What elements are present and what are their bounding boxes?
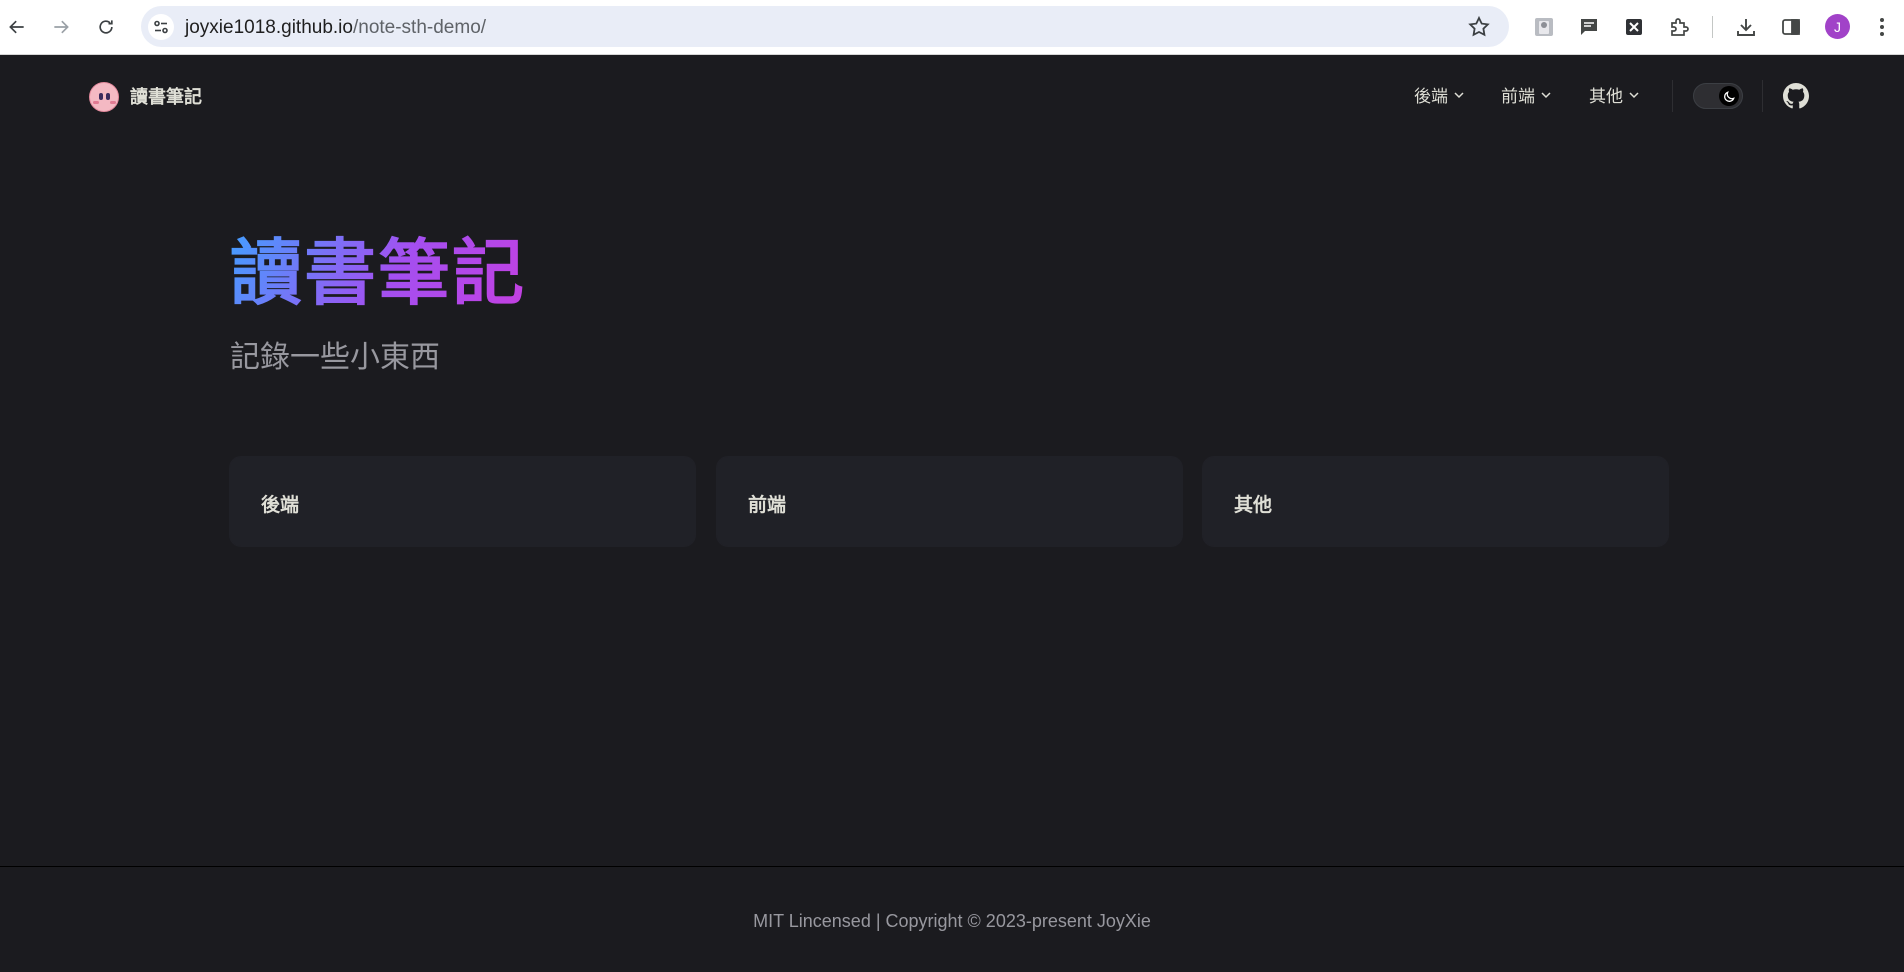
chevron-down-icon <box>1454 91 1464 98</box>
feature-card-frontend[interactable]: 前端 <box>716 456 1183 547</box>
moon-icon <box>1719 86 1739 106</box>
footer: MIT Lincensed | Copyright © 2023-present… <box>0 866 1904 972</box>
x-extension-icon[interactable] <box>1621 14 1647 40</box>
reload-icon[interactable] <box>90 11 122 43</box>
download-icon[interactable] <box>1733 14 1759 40</box>
url-text: joyxie1018.github.io/note-sth-demo/ <box>185 17 486 39</box>
appearance-toggle[interactable] <box>1693 83 1743 109</box>
forward-arrow-icon[interactable] <box>45 11 77 43</box>
url-path: /note-sth-demo/ <box>352 17 487 38</box>
nav-menu-label: 後端 <box>1414 87 1448 106</box>
chevron-down-icon <box>1629 91 1639 98</box>
hero-tagline: 記錄一些小東西 <box>230 341 440 374</box>
side-panel-icon[interactable] <box>1778 14 1804 40</box>
bookmark-star-icon[interactable] <box>1467 15 1491 39</box>
nav-menu-frontend[interactable]: 前端 <box>1501 82 1552 107</box>
feature-title: 其他 <box>1234 495 1273 516</box>
address-bar[interactable]: joyxie1018.github.io/note-sth-demo/ <box>141 6 1509 47</box>
site-title-link[interactable]: 讀書筆記 <box>130 83 202 109</box>
feature-card-other[interactable]: 其他 <box>1202 456 1669 547</box>
nav-menu-label: 其他 <box>1589 87 1623 106</box>
browser-toolbar: joyxie1018.github.io/note-sth-demo/ J <box>0 0 1904 55</box>
puzzle-extensions-icon[interactable] <box>1666 14 1692 40</box>
nav-divider <box>1672 80 1673 112</box>
footer-copyright: MIT Lincensed | Copyright © 2023-present… <box>753 911 1151 931</box>
back-arrow-icon[interactable] <box>1 11 33 43</box>
url-host: joyxie1018.github.io <box>185 17 353 38</box>
site-settings-icon[interactable] <box>148 14 174 40</box>
site-navbar: 讀書筆記 後端 前端 其他 <box>0 56 1904 136</box>
nav-menu-label: 前端 <box>1501 87 1535 106</box>
kirby-logo-icon[interactable] <box>89 82 119 112</box>
feature-title: 後端 <box>261 495 300 516</box>
profile-avatar[interactable]: J <box>1825 14 1850 39</box>
hero-title: 讀書筆記 <box>230 226 526 322</box>
extension-image-icon[interactable] <box>1531 14 1557 40</box>
github-icon[interactable] <box>1783 83 1809 109</box>
nav-menu-backend[interactable]: 後端 <box>1414 82 1465 107</box>
more-menu-icon[interactable] <box>1872 14 1892 40</box>
feature-title: 前端 <box>748 495 787 516</box>
chat-icon[interactable] <box>1576 14 1602 40</box>
chevron-down-icon <box>1541 91 1551 98</box>
nav-menu-other[interactable]: 其他 <box>1589 82 1640 107</box>
toolbar-separator <box>1712 16 1713 38</box>
feature-card-backend[interactable]: 後端 <box>229 456 696 547</box>
nav-divider <box>1762 80 1763 112</box>
